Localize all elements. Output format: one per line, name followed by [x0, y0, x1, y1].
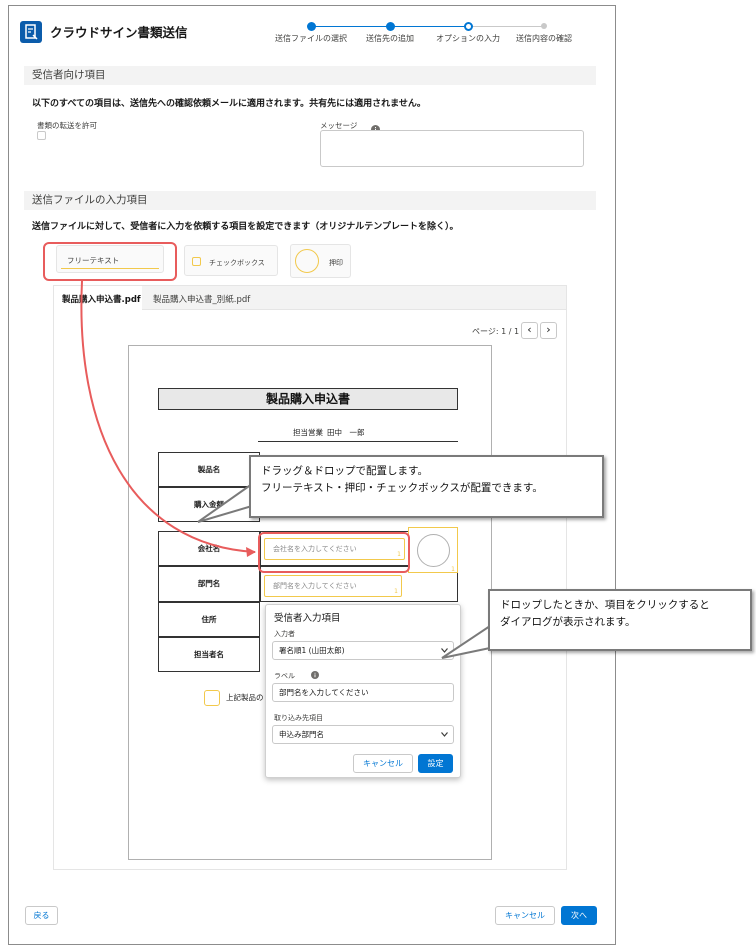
callout-pointer	[197, 483, 253, 523]
callout-line: ドロップしたときか、項目をクリックすると	[500, 599, 710, 611]
callout-line: ドラッグ＆ドロップで配置します。	[261, 465, 428, 477]
dialog-callout: ドロップしたときか、項目をクリックすると ダイアログが表示されます。	[488, 589, 752, 651]
back-button[interactable]: 戻る	[25, 906, 58, 925]
drag-drop-callout: ドラッグ＆ドロップで配置します。 フリーテキスト・押印・チェックボックスが配置で…	[249, 455, 604, 518]
callout-pointer	[441, 625, 491, 659]
cancel-button[interactable]: キャンセル	[495, 906, 555, 925]
next-button[interactable]: 次へ	[561, 906, 597, 925]
callout-line: ダイアログが表示されます。	[500, 616, 636, 628]
callout-line: フリーテキスト・押印・チェックボックスが配置できます。	[261, 482, 543, 494]
